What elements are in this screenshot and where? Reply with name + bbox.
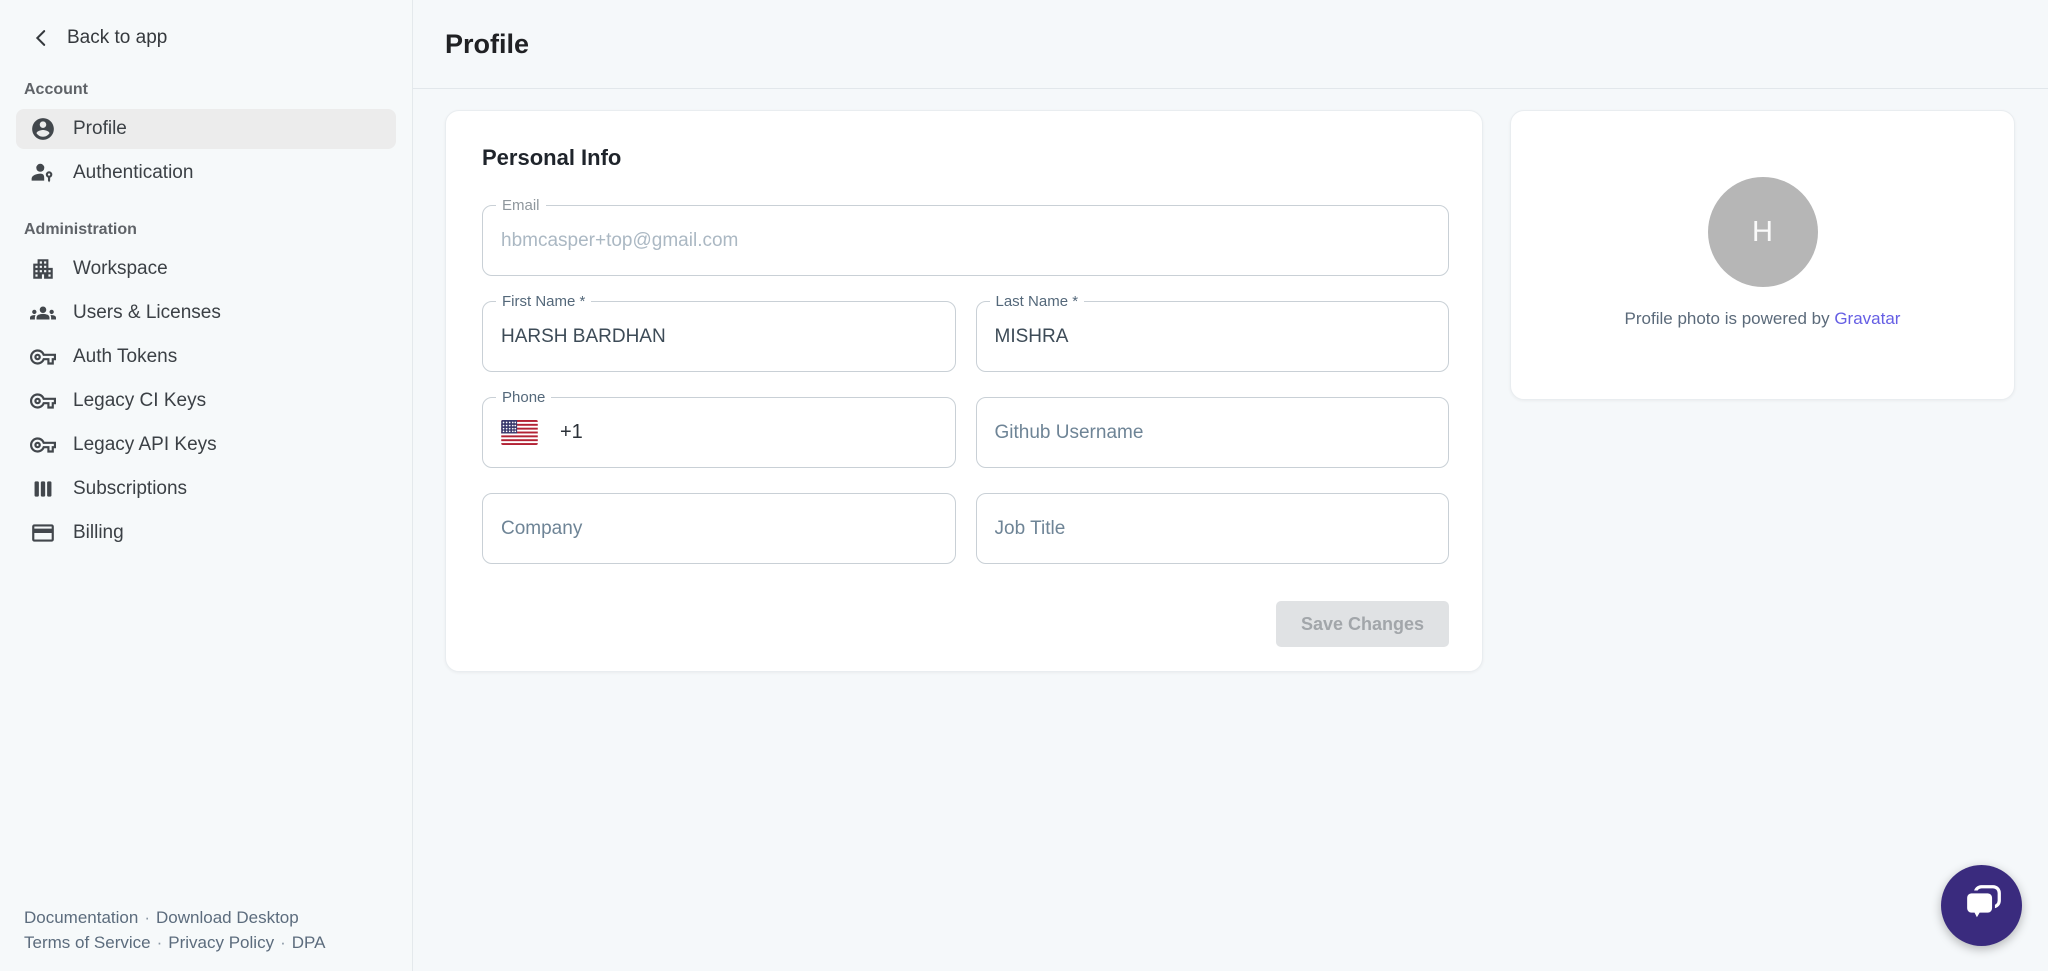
download-desktop-link[interactable]: Download Desktop — [156, 908, 299, 927]
avatar: H — [1708, 177, 1818, 287]
main-area: Profile Personal Info Email First Name *… — [413, 0, 2048, 971]
documentation-link[interactable]: Documentation — [24, 908, 138, 927]
phone-label: Phone — [496, 389, 551, 406]
section-label-account: Account — [24, 81, 388, 99]
phone-dial-code: +1 — [560, 421, 583, 444]
sidebar-footer: Documentation Download Desktop Terms of S… — [0, 905, 412, 971]
footer-links-row2: Terms of Service Privacy Policy DPA — [24, 930, 394, 955]
dot-separator — [151, 933, 169, 952]
gravatar-link[interactable]: Gravatar — [1834, 309, 1900, 328]
dpa-link[interactable]: DPA — [292, 933, 326, 952]
content-area: Personal Info Email First Name * Last Na… — [413, 89, 2048, 971]
section-label-administration: Administration — [24, 221, 388, 239]
first-name-input[interactable] — [501, 326, 937, 348]
github-username-input[interactable] — [995, 422, 1431, 444]
company-input[interactable] — [501, 518, 937, 540]
dot-separator — [274, 933, 292, 952]
key-icon — [30, 388, 56, 414]
page-header: Profile — [413, 0, 2048, 89]
last-name-label: Last Name * — [990, 293, 1085, 310]
sidebar-item-label: Profile — [73, 118, 127, 140]
email-field: Email — [482, 205, 1449, 276]
first-name-label: First Name * — [496, 293, 591, 310]
sidebar-item-subscriptions[interactable]: Subscriptions — [16, 469, 396, 509]
gravatar-card: H Profile photo is powered by Gravatar — [1510, 110, 2015, 400]
us-flag-icon[interactable] — [501, 420, 538, 445]
job-title-field — [976, 493, 1450, 564]
sidebar-item-authentication[interactable]: Authentication — [16, 153, 396, 193]
sidebar-item-legacy-ci-keys[interactable]: Legacy CI Keys — [16, 381, 396, 421]
terms-of-service-link[interactable]: Terms of Service — [24, 933, 151, 952]
sidebar-item-label: Billing — [73, 522, 124, 544]
chevron-left-icon — [30, 27, 52, 49]
save-changes-button[interactable]: Save Changes — [1276, 601, 1449, 647]
key-icon — [30, 432, 56, 458]
personal-info-title: Personal Info — [482, 145, 1449, 171]
key-icon — [30, 344, 56, 370]
first-name-field: First Name * — [482, 301, 956, 372]
sidebar-item-label: Auth Tokens — [73, 346, 177, 368]
credit-card-icon — [30, 520, 56, 546]
sidebar-item-profile[interactable]: Profile — [16, 109, 396, 149]
last-name-field: Last Name * — [976, 301, 1450, 372]
avatar-letter: H — [1752, 216, 1773, 249]
footer-links-row1: Documentation Download Desktop — [24, 905, 394, 930]
gravatar-caption: Profile photo is powered by Gravatar — [1625, 309, 1901, 329]
email-label: Email — [496, 197, 546, 214]
sidebar-item-billing[interactable]: Billing — [16, 513, 396, 553]
github-username-field — [976, 397, 1450, 468]
person-key-icon — [30, 160, 56, 186]
bars-icon — [30, 476, 56, 502]
chat-bubbles-icon — [1959, 880, 2005, 931]
sidebar-item-workspace[interactable]: Workspace — [16, 249, 396, 289]
dot-separator — [138, 908, 156, 927]
page-title: Profile — [445, 29, 529, 60]
back-to-app-label: Back to app — [67, 27, 167, 49]
sidebar-item-label: Legacy API Keys — [73, 434, 217, 456]
sidebar-item-label: Users & Licenses — [73, 302, 221, 324]
sidebar-item-legacy-api-keys[interactable]: Legacy API Keys — [16, 425, 396, 465]
building-icon — [30, 256, 56, 282]
back-to-app-button[interactable]: Back to app — [0, 0, 412, 49]
sidebar-item-users-licenses[interactable]: Users & Licenses — [16, 293, 396, 333]
sidebar-item-auth-tokens[interactable]: Auth Tokens — [16, 337, 396, 377]
company-field — [482, 493, 956, 564]
privacy-policy-link[interactable]: Privacy Policy — [168, 933, 274, 952]
phone-field: Phone — [482, 397, 956, 468]
chat-widget-button[interactable] — [1941, 865, 2022, 946]
gravatar-caption-text: Profile photo is powered by — [1625, 309, 1830, 328]
email-input — [501, 230, 1430, 252]
job-title-input[interactable] — [995, 518, 1431, 540]
settings-sidebar: Back to app Account Profile Authenticati… — [0, 0, 413, 971]
account-circle-icon — [30, 116, 56, 142]
sidebar-item-label: Workspace — [73, 258, 168, 280]
phone-input[interactable] — [593, 422, 937, 444]
people-icon — [30, 300, 56, 326]
last-name-input[interactable] — [995, 326, 1431, 348]
personal-info-card: Personal Info Email First Name * Last Na… — [445, 110, 1483, 672]
sidebar-item-label: Subscriptions — [73, 478, 187, 500]
sidebar-item-label: Legacy CI Keys — [73, 390, 206, 412]
sidebar-item-label: Authentication — [73, 162, 193, 184]
